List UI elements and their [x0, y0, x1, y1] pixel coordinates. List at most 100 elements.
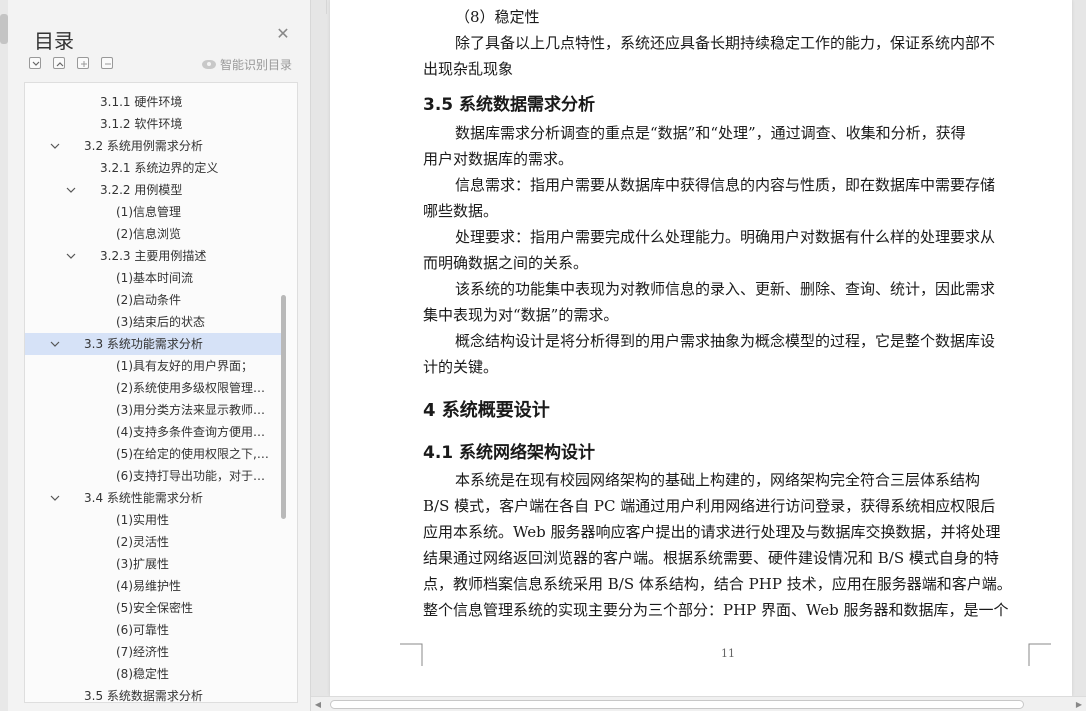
toc-item[interactable]: (2)灵活性: [25, 531, 281, 553]
toc-item[interactable]: (5)安全保密性: [25, 597, 281, 619]
document-paragraph-line: 而明确数据之间的关系。: [423, 254, 589, 272]
document-paragraph-line: （8）稳定性: [455, 8, 540, 26]
navigation-pane: 目录 ✕ 智能识别目录 3.1.1 硬件环境 3.1.2 软件环境 3.2 系统用例…: [0, 0, 311, 711]
toc-item[interactable]: (3)用分类方法来显示教师的档案信息...: [25, 399, 281, 421]
toc-item-label: (5)安全保密性: [116, 601, 193, 615]
add-heading-icon[interactable]: [77, 57, 89, 69]
chevron-down-icon[interactable]: [49, 140, 61, 152]
toc-item-label: 3.1.1 硬件环境: [100, 95, 183, 109]
chevron-down-icon[interactable]: [65, 184, 77, 196]
toc-item-label: 3.5 系统数据需求分析: [84, 689, 203, 703]
toc-item-label: (1)信息管理: [116, 205, 181, 219]
document-paragraph-line: 概念结构设计是将分析得到的用户需求抽象为概念模型的过程，它是整个数据库设: [455, 332, 996, 350]
toc-item[interactable]: 3.2.2 用例模型: [25, 179, 281, 201]
expand-all-icon[interactable]: [53, 57, 65, 69]
nav-outer-scroll-thumb[interactable]: [0, 14, 8, 44]
smart-detect-toc-button[interactable]: 智能识别目录: [202, 56, 292, 73]
chevron-down-icon[interactable]: [65, 250, 77, 262]
toc-item[interactable]: (5)在给定的使用权限之下,对数据...: [25, 443, 281, 465]
document-paragraph-line: 该系统的功能集中表现为对教师信息的录入、更新、删除、查询、统计，因此需求: [455, 280, 996, 298]
document-paragraph-line: 集中表现为对“数据”的需求。: [423, 306, 619, 324]
document-paragraph-line: 哪些数据。: [423, 202, 499, 220]
document-paragraph-line: 整个信息管理系统的实现主要分为三个部分：PHP 界面、Web 服务器和数据库，是…: [423, 601, 1009, 619]
toc-item[interactable]: (4)支持多条件查询方便用户使用...: [25, 421, 281, 443]
toc-item[interactable]: 3.2 系统用例需求分析: [25, 135, 281, 157]
toc-item[interactable]: (3)结束后的状态: [25, 311, 281, 333]
toc-item-label: 3.1.2 软件环境: [100, 117, 183, 131]
document-paragraph-line: 计的关键。: [423, 358, 499, 376]
remove-heading-icon[interactable]: [101, 57, 113, 69]
scroll-right-icon[interactable]: ▶: [1075, 700, 1083, 709]
toc-item[interactable]: (7)经济性: [25, 641, 281, 663]
toc-item-label: (3)扩展性: [116, 557, 169, 571]
toc-item[interactable]: (3)扩展性: [25, 553, 281, 575]
toc-item[interactable]: (1)信息管理: [25, 201, 281, 223]
toc-item[interactable]: 3.4 系统性能需求分析: [25, 487, 281, 509]
toc-item[interactable]: 3.1.1 硬件环境: [25, 91, 281, 113]
toc-item-label: 3.2.3 主要用例描述: [100, 249, 207, 263]
document-area: （8）稳定性除了具备以上几点特性，系统还应具备长期持续稳定工作的能力，保证系统内…: [311, 0, 1086, 711]
toc-item-label: (8)稳定性: [116, 667, 169, 681]
document-paragraph-line: 应用本系统。Web 服务器响应客户提出的请求进行处理及与数据库交换数据，并将处理: [423, 523, 1001, 541]
toc-item-label: (6)支持打导出功能，对于教师档案...: [116, 469, 275, 483]
toc-item-label: (2)启动条件: [116, 293, 181, 307]
horizontal-scrollbar[interactable]: ◀ ▶: [311, 696, 1086, 711]
chevron-down-icon[interactable]: [49, 338, 61, 350]
toc-item-label: (2)系统使用多级权限管理，合理分配...: [116, 381, 275, 395]
scroll-left-icon[interactable]: ◀: [314, 700, 322, 709]
document-paragraph-line: 点，教师档案信息系统采用 B/S 体系结构，结合 PHP 技术，应用在服务器端和…: [423, 575, 1012, 593]
collapse-all-icon[interactable]: [29, 57, 41, 69]
document-page[interactable]: （8）稳定性除了具备以上几点特性，系统还应具备长期持续稳定工作的能力，保证系统内…: [330, 0, 1072, 696]
toc-item-label: (1)具有友好的用户界面；: [116, 359, 253, 373]
toc-item-label: 3.4 系统性能需求分析: [84, 491, 203, 505]
toc-item-label: (3)结束后的状态: [116, 315, 205, 329]
close-icon[interactable]: ✕: [276, 26, 290, 42]
nav-pane-title: 目录: [34, 29, 74, 53]
document-paragraph-line: B/S 模式，客户端在各自 PC 端通过用户利用网络进行访问登录，获得系统相应权…: [423, 497, 996, 515]
toc-item[interactable]: 3.3 系统功能需求分析: [25, 333, 281, 355]
document-paragraph-line: 数据库需求分析调查的重点是“数据”和“处理”，通过调查、收集和分析，获得: [455, 124, 966, 142]
toc-item-label: (3)用分类方法来显示教师的档案信息...: [116, 403, 275, 417]
toc-item-label: (1)基本时间流: [116, 271, 193, 285]
toc-item-label: (2)灵活性: [116, 535, 169, 549]
toc-item[interactable]: (2)启动条件: [25, 289, 281, 311]
toc-item[interactable]: (1)实用性: [25, 509, 281, 531]
toc-item-label: (6)可靠性: [116, 623, 169, 637]
toc-item[interactable]: 3.2.1 系统边界的定义: [25, 157, 281, 179]
document-paragraph-line: 本系统是在现有校园网络架构的基础上构建的，网络架构完全符合三层体系结构: [455, 471, 981, 489]
document-heading: 4.1 系统网络架构设计: [423, 443, 596, 463]
eye-icon: [202, 60, 216, 69]
document-heading: 4 系统概要设计: [423, 400, 550, 421]
document-paragraph-line: 除了具备以上几点特性，系统还应具备长期持续稳定工作的能力，保证系统内部不: [455, 34, 996, 52]
toc-item[interactable]: (6)支持打导出功能，对于教师档案...: [25, 465, 281, 487]
document-paragraph-line: 处理要求：指用户需要完成什么处理能力。明确用户对数据有什么样的处理要求从: [455, 228, 996, 246]
toc-item-label: 3.2.1 系统边界的定义: [100, 161, 219, 175]
toc-item[interactable]: (8)稳定性: [25, 663, 281, 685]
toc-item-label: (4)支持多条件查询方便用户使用...: [116, 425, 275, 439]
nav-outer-scrollbar[interactable]: [0, 0, 8, 711]
toc-item[interactable]: 3.1.2 软件环境: [25, 113, 281, 135]
chevron-down-icon[interactable]: [49, 492, 61, 504]
toc-item[interactable]: 3.2.3 主要用例描述: [25, 245, 281, 267]
toc-item-label: (7)经济性: [116, 645, 169, 659]
crop-mark-right: [1028, 643, 1051, 666]
toc-item-label: (2)信息浏览: [116, 227, 181, 241]
toc-item[interactable]: (1)基本时间流: [25, 267, 281, 289]
toc-scroll-thumb[interactable]: [281, 295, 286, 519]
toc-item-label: (4)易维护性: [116, 579, 181, 593]
toc-item[interactable]: (6)可靠性: [25, 619, 281, 641]
toc-item[interactable]: (1)具有友好的用户界面；: [25, 355, 281, 377]
toc-item[interactable]: (4)易维护性: [25, 575, 281, 597]
toc-item[interactable]: (2)信息浏览: [25, 223, 281, 245]
toc-item[interactable]: (2)系统使用多级权限管理，合理分配...: [25, 377, 281, 399]
toc-item-label: (1)实用性: [116, 513, 169, 527]
toc-item[interactable]: 3.5 系统数据需求分析: [25, 685, 281, 703]
document-paragraph-line: 出现杂乱现象: [423, 60, 514, 78]
page-number: 11: [721, 647, 735, 660]
smart-detect-label: 智能识别目录: [220, 58, 293, 72]
toc-item-label: 3.3 系统功能需求分析: [84, 337, 203, 351]
document-heading: 3.5 系统数据需求分析: [423, 95, 596, 115]
toc-item-label: 3.2 系统用例需求分析: [84, 139, 203, 153]
horizontal-scroll-thumb[interactable]: [330, 700, 1024, 709]
toc-item-label: 3.2.2 用例模型: [100, 183, 183, 197]
